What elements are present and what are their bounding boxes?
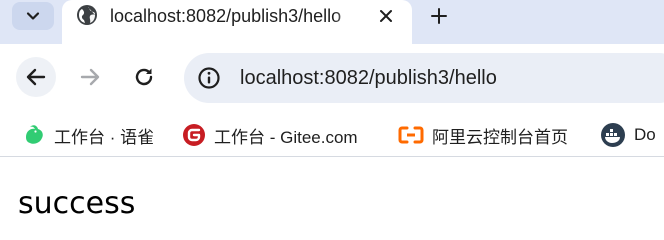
page-body-text: success <box>18 186 136 221</box>
close-tab-button[interactable] <box>374 4 398 28</box>
active-tab[interactable]: localhost:8082/publish3/hello <box>62 0 412 44</box>
site-info-button[interactable] <box>194 63 224 93</box>
tab-bar: localhost:8082/publish3/hello <box>0 0 664 44</box>
bookmark-aliyun[interactable]: 阿里云控制台首页 <box>398 120 568 150</box>
chevron-down-icon <box>26 12 40 20</box>
bookmark-gitee[interactable]: 工作台 - Gitee.com <box>182 120 358 150</box>
aliyun-icon <box>398 126 424 144</box>
arrow-left-icon <box>26 68 46 86</box>
new-tab-button[interactable] <box>424 2 454 30</box>
bookmark-label: 工作台 - Gitee.com <box>214 127 358 147</box>
bookmark-yuque[interactable]: 工作台 · 语雀 <box>22 120 154 150</box>
close-icon <box>380 10 392 22</box>
yuque-icon <box>26 125 43 144</box>
bookmark-label: 工作台 · 语雀 <box>54 127 155 147</box>
tab-title: localhost:8082/publish3/hello <box>110 6 342 26</box>
page-content: success <box>0 157 664 240</box>
reload-button[interactable] <box>124 57 164 97</box>
tab-search-button[interactable] <box>12 2 54 30</box>
url-text: localhost:8082/publish3/hello <box>240 67 497 89</box>
info-icon <box>198 67 220 89</box>
gitee-icon <box>183 124 205 146</box>
globe-icon <box>76 4 98 26</box>
plus-icon <box>431 8 447 24</box>
forward-button[interactable] <box>70 57 110 97</box>
docker-icon <box>601 123 625 147</box>
reload-icon <box>135 68 153 86</box>
bookmark-label: 阿里云控制台首页 <box>432 127 568 147</box>
arrow-right-icon <box>80 68 100 86</box>
back-button[interactable] <box>16 57 56 97</box>
address-bar[interactable]: localhost:8082/publish3/hello <box>184 53 664 103</box>
bookmark-label: Do <box>634 125 656 144</box>
bookmark-docker[interactable]: Do <box>600 120 656 150</box>
bookmarks-bar: 工作台 · 语雀 工作台 - Gitee.com 阿里云控制台首页 Do <box>0 114 664 157</box>
browser-toolbar: localhost:8082/publish3/hello <box>0 44 664 114</box>
